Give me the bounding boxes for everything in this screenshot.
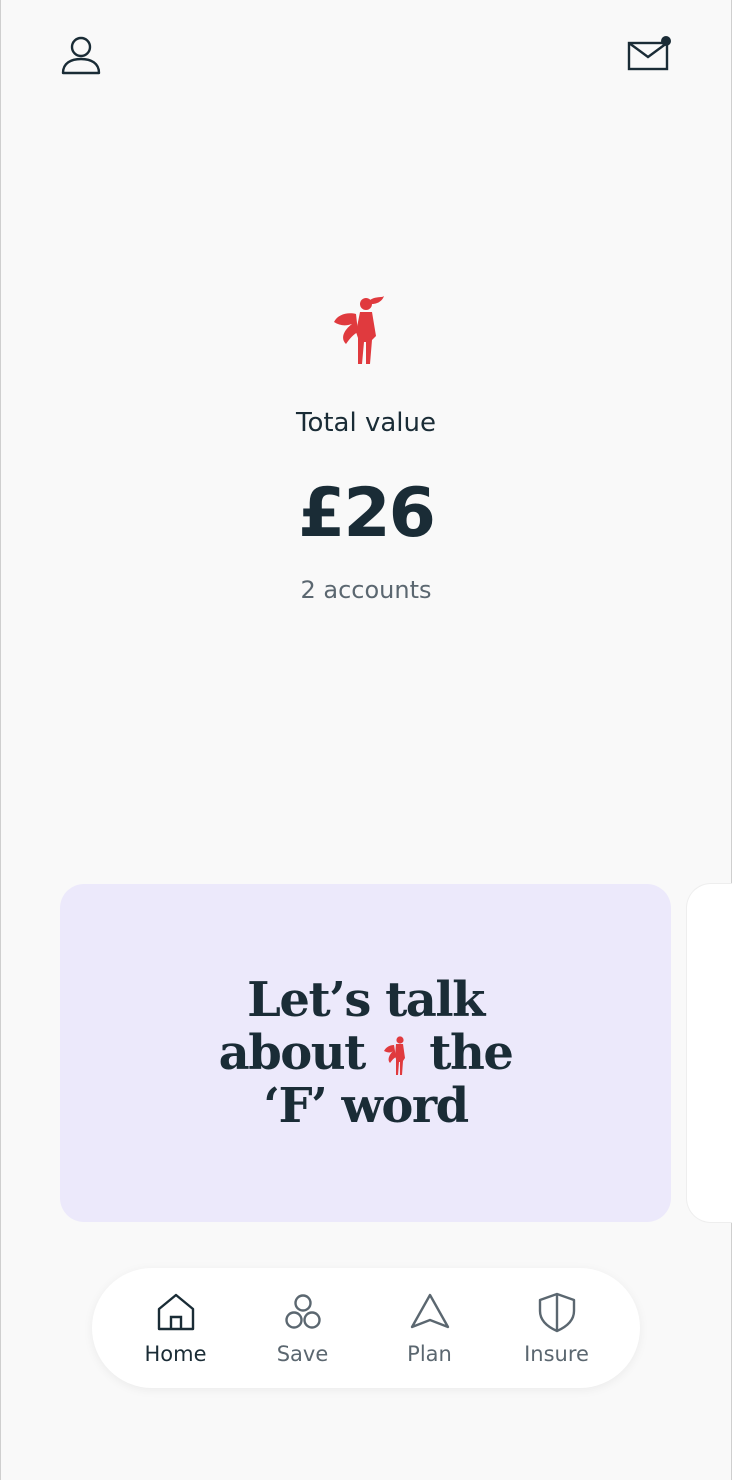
promo-line-3: ‘F’ word [263, 1077, 469, 1134]
promo-line-2-post: the [414, 1024, 514, 1081]
nav-item-home[interactable]: Home [121, 1290, 231, 1366]
app-frame [0, 0, 732, 1480]
profile-button[interactable] [58, 32, 104, 78]
circles-icon [284, 1294, 321, 1329]
promo-line-2-pre: about [218, 1024, 381, 1081]
promo-line-2: about the [218, 1024, 514, 1081]
accounts-count[interactable]: 2 accounts [0, 576, 732, 604]
unread-dot [661, 36, 671, 46]
nav-item-save[interactable]: Save [248, 1290, 358, 1366]
shield-icon [538, 1292, 575, 1333]
next-card-peek[interactable] [687, 884, 732, 1222]
nav-label-home: Home [144, 1342, 207, 1366]
home-icon [157, 1293, 194, 1331]
mail-icon [627, 36, 671, 71]
heroine-inline-icon [384, 1035, 406, 1075]
total-value-amount: £26 [298, 474, 436, 553]
nav-label-insure: Insure [524, 1342, 589, 1366]
heroine-logo [330, 292, 390, 368]
promo-headline: Let’s talk about the ‘F’ word [218, 971, 514, 1134]
nav-item-insure[interactable]: Insure [502, 1290, 612, 1366]
inbox-button[interactable] [626, 32, 672, 78]
nav-label-save: Save [276, 1342, 329, 1366]
nav-item-plan[interactable]: Plan [375, 1290, 485, 1366]
bottom-navigation: Home Save Plan Insure [92, 1268, 640, 1388]
user-icon [61, 36, 101, 75]
total-value-label: Total value [295, 408, 436, 438]
triangle-icon [410, 1293, 449, 1329]
promo-card[interactable]: Let’s talk about the ‘F’ word [60, 884, 671, 1222]
promo-line-1: Let’s talk [247, 971, 485, 1028]
nav-label-plan: Plan [407, 1342, 452, 1366]
